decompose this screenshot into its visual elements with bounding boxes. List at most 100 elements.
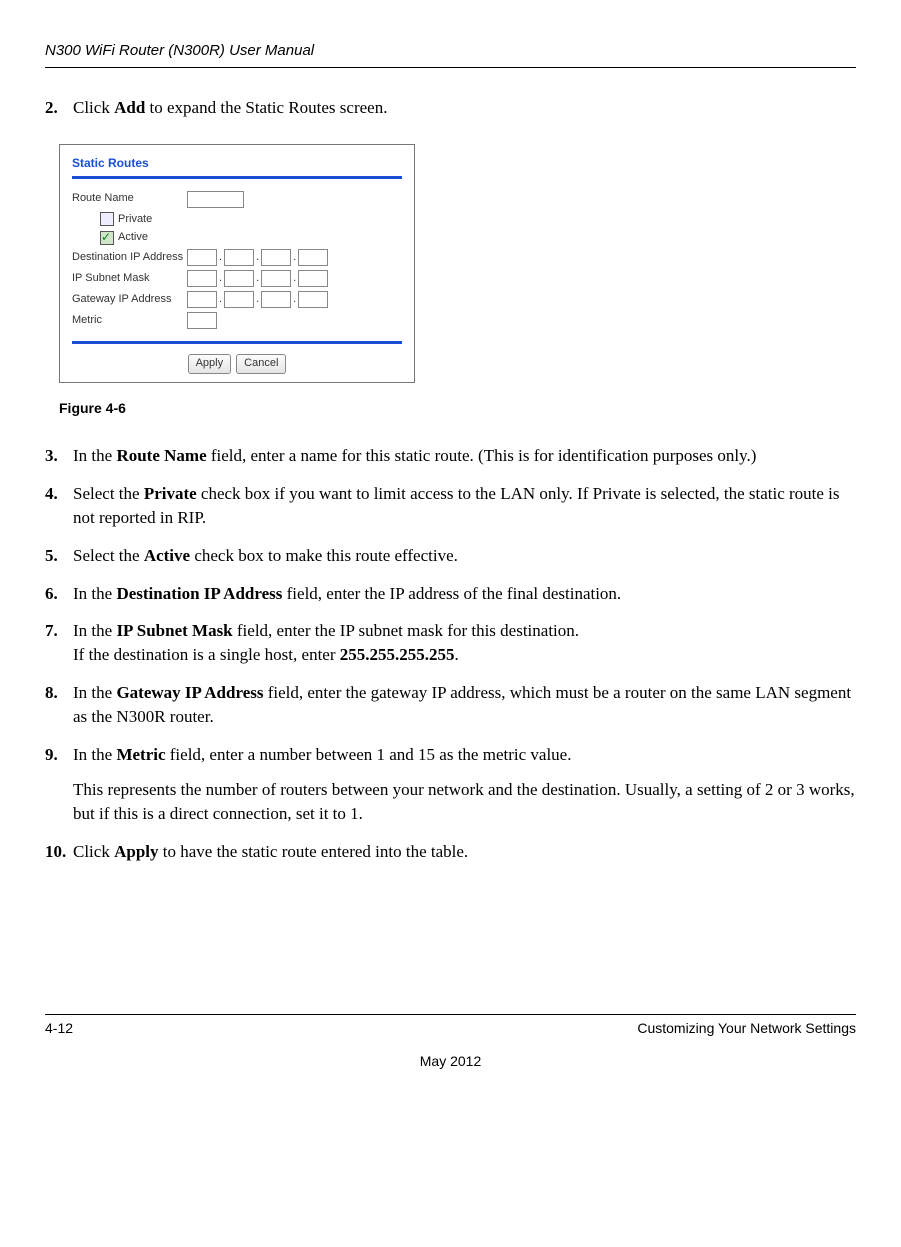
bold: Apply <box>114 842 158 861</box>
subnet-octet-3[interactable] <box>261 270 291 287</box>
text: In the <box>73 446 116 465</box>
step-number: 7. <box>45 619 73 667</box>
bold: Private <box>144 484 197 503</box>
step-text: In the Route Name field, enter a name fo… <box>73 444 856 468</box>
text: If the destination is a single host, ent… <box>73 645 340 664</box>
footer-date: May 2012 <box>45 1052 856 1072</box>
step-text: Select the Private check box if you want… <box>73 482 856 530</box>
bold: Destination IP Address <box>116 584 282 603</box>
text: Select the <box>73 546 144 565</box>
dot: . <box>219 292 222 307</box>
step-number: 6. <box>45 582 73 606</box>
step-text: In the Metric field, enter a number betw… <box>73 743 856 826</box>
cancel-button[interactable]: Cancel <box>236 354 286 373</box>
bold: Metric <box>116 745 165 764</box>
subnet-octet-1[interactable] <box>187 270 217 287</box>
manual-header: N300 WiFi Router (N300R) User Manual <box>45 40 856 68</box>
text: In the <box>73 745 116 764</box>
step-number: 4. <box>45 482 73 530</box>
step-text: Click Add to expand the Static Routes sc… <box>73 96 856 120</box>
text: Click <box>73 842 114 861</box>
step-8: 8. In the Gateway IP Address field, ente… <box>45 681 856 729</box>
active-label: Active <box>118 230 148 245</box>
figure-caption: Figure 4-6 <box>59 399 856 419</box>
dest-ip-label: Destination IP Address <box>72 250 187 265</box>
dot: . <box>219 271 222 286</box>
gateway-octet-2[interactable] <box>224 291 254 308</box>
step-2: 2. Click Add to expand the Static Routes… <box>45 96 856 120</box>
step-number: 10. <box>45 840 73 864</box>
gateway-octet-4[interactable] <box>298 291 328 308</box>
dot: . <box>293 250 296 265</box>
bold: Active <box>144 546 190 565</box>
dot: . <box>256 250 259 265</box>
gateway-label: Gateway IP Address <box>72 292 187 307</box>
page-number: 4-12 <box>45 1019 73 1039</box>
dot: . <box>219 250 222 265</box>
bold: Gateway IP Address <box>116 683 263 702</box>
step-number: 5. <box>45 544 73 568</box>
dest-ip-octet-4[interactable] <box>298 249 328 266</box>
text: field, enter a name for this static rout… <box>207 446 757 465</box>
step-3: 3. In the Route Name field, enter a name… <box>45 444 856 468</box>
static-routes-dialog: Static Routes Route Name Private Active … <box>59 144 415 383</box>
route-name-input[interactable] <box>187 191 244 208</box>
step-number: 2. <box>45 96 73 120</box>
dest-ip-octet-2[interactable] <box>224 249 254 266</box>
section-title: Customizing Your Network Settings <box>637 1019 856 1039</box>
text: field, enter the IP subnet mask for this… <box>233 621 579 640</box>
text: field, enter a number between 1 and 15 a… <box>166 745 572 764</box>
dot: . <box>293 292 296 307</box>
subnet-octet-4[interactable] <box>298 270 328 287</box>
bold: Route Name <box>116 446 206 465</box>
dot: . <box>293 271 296 286</box>
step-number: 9. <box>45 743 73 826</box>
step-9: 9. In the Metric field, enter a number b… <box>45 743 856 826</box>
active-checkbox[interactable] <box>100 231 114 245</box>
paragraph: This represents the number of routers be… <box>73 778 856 826</box>
dot: . <box>256 292 259 307</box>
step-text: In the Destination IP Address field, ent… <box>73 582 856 606</box>
bold: IP Subnet Mask <box>116 621 232 640</box>
text: In the <box>73 621 116 640</box>
text: Click <box>73 98 114 117</box>
subnet-octet-2[interactable] <box>224 270 254 287</box>
text: Select the <box>73 484 144 503</box>
dialog-title: Static Routes <box>72 155 402 172</box>
text: check box to make this route effective. <box>190 546 458 565</box>
step-10: 10. Click Apply to have the static route… <box>45 840 856 864</box>
step-5: 5. Select the Active check box to make t… <box>45 544 856 568</box>
page-footer: 4-12 Customizing Your Network Settings M… <box>45 1014 856 1072</box>
route-name-label: Route Name <box>72 191 187 206</box>
gateway-octet-3[interactable] <box>261 291 291 308</box>
divider <box>72 341 402 344</box>
apply-button[interactable]: Apply <box>188 354 232 373</box>
text: . <box>455 645 459 664</box>
step-4: 4. Select the Private check box if you w… <box>45 482 856 530</box>
text: to expand the Static Routes screen. <box>145 98 387 117</box>
metric-label: Metric <box>72 313 187 328</box>
text: to have the static route entered into th… <box>159 842 469 861</box>
step-7: 7. In the IP Subnet Mask field, enter th… <box>45 619 856 667</box>
subnet-label: IP Subnet Mask <box>72 271 187 286</box>
text: In the <box>73 683 116 702</box>
step-number: 8. <box>45 681 73 729</box>
step-text: In the Gateway IP Address field, enter t… <box>73 681 856 729</box>
gateway-octet-1[interactable] <box>187 291 217 308</box>
metric-input[interactable] <box>187 312 217 329</box>
bold: Add <box>114 98 145 117</box>
private-label: Private <box>118 212 152 227</box>
dot: . <box>256 271 259 286</box>
dest-ip-octet-1[interactable] <box>187 249 217 266</box>
dest-ip-octet-3[interactable] <box>261 249 291 266</box>
step-text: Click Apply to have the static route ent… <box>73 840 856 864</box>
divider <box>72 176 402 179</box>
step-6: 6. In the Destination IP Address field, … <box>45 582 856 606</box>
step-number: 3. <box>45 444 73 468</box>
step-text: Select the Active check box to make this… <box>73 544 856 568</box>
text: In the <box>73 584 116 603</box>
bold: 255.255.255.255 <box>340 645 455 664</box>
private-checkbox[interactable] <box>100 212 114 226</box>
step-text: In the IP Subnet Mask field, enter the I… <box>73 619 856 667</box>
text: field, enter the IP address of the final… <box>282 584 621 603</box>
